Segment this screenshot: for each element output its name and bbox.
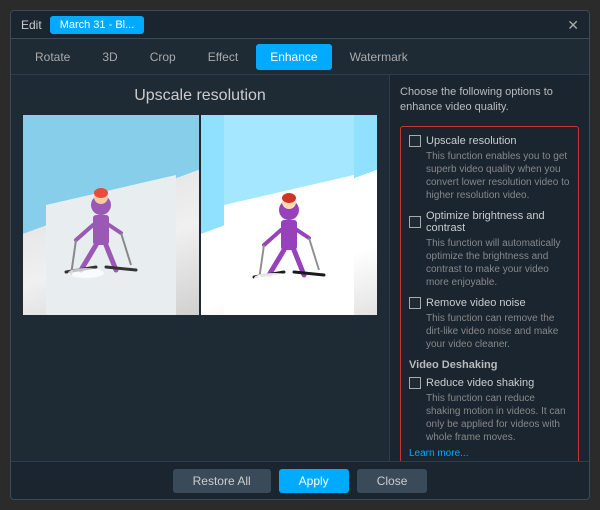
tab-effect[interactable]: Effect: [194, 44, 252, 70]
checkbox-brightness[interactable]: [409, 216, 421, 228]
label-noise: Remove video noise: [426, 297, 526, 309]
content-area: Upscale resolution Before After: [11, 75, 589, 461]
window-close-button[interactable]: ✕: [567, 18, 579, 32]
desc-upscale: This function enables you to get superb …: [409, 150, 570, 202]
label-deshaking: Reduce video shaking: [426, 377, 534, 389]
deshaking-title: Video Deshaking: [409, 359, 570, 371]
bottom-bar: Restore All Apply Close: [11, 461, 589, 499]
title-bar-left: Edit March 31 - Bl...: [21, 16, 144, 34]
restore-all-button[interactable]: Restore All: [173, 469, 271, 493]
option-brightness: Optimize brightness and contrast This fu…: [409, 210, 570, 289]
preview-container: Before After: [23, 115, 377, 315]
option-upscale-row: Upscale resolution: [409, 135, 570, 147]
right-panel: Choose the following options to enhance …: [389, 75, 589, 461]
option-brightness-row: Optimize brightness and contrast: [409, 210, 570, 234]
desc-brightness: This function will automatically optimiz…: [409, 237, 570, 289]
label-upscale: Upscale resolution: [426, 135, 517, 147]
desc-deshaking: This function can reduce shaking motion …: [409, 392, 570, 444]
option-group: Upscale resolution This function enables…: [400, 126, 579, 461]
tab-crop[interactable]: Crop: [136, 44, 190, 70]
title-bar: Edit March 31 - Bl... ✕: [11, 11, 589, 39]
learn-more-link[interactable]: Learn more...: [409, 448, 570, 459]
option-deshaking: Reduce video shaking This function can r…: [409, 377, 570, 459]
nav-bar: Rotate 3D Crop Effect Enhance Watermark: [11, 39, 589, 75]
option-deshaking-row: Reduce video shaking: [409, 377, 570, 389]
tab-rotate[interactable]: Rotate: [21, 44, 84, 70]
title-tab[interactable]: March 31 - Bl...: [50, 16, 145, 34]
close-button[interactable]: Close: [357, 469, 428, 493]
enhance-header: Choose the following options to enhance …: [400, 85, 579, 116]
option-noise-row: Remove video noise: [409, 297, 570, 309]
checkbox-upscale[interactable]: [409, 135, 421, 147]
tab-enhance[interactable]: Enhance: [256, 44, 331, 70]
edit-window: Edit March 31 - Bl... ✕ Rotate 3D Crop E…: [10, 10, 590, 500]
left-panel: Upscale resolution Before After: [11, 75, 389, 461]
option-noise: Remove video noise This function can rem…: [409, 297, 570, 351]
window-title: Edit: [21, 18, 42, 32]
option-upscale: Upscale resolution This function enables…: [409, 135, 570, 202]
checkbox-noise[interactable]: [409, 297, 421, 309]
tab-watermark[interactable]: Watermark: [336, 44, 422, 70]
preview-after: [201, 115, 377, 315]
preview-before: [23, 115, 199, 315]
label-brightness: Optimize brightness and contrast: [426, 210, 570, 234]
tab-3d[interactable]: 3D: [88, 44, 131, 70]
checkbox-deshaking[interactable]: [409, 377, 421, 389]
apply-button[interactable]: Apply: [279, 469, 349, 493]
preview-title: Upscale resolution: [134, 87, 266, 105]
desc-noise: This function can remove the dirt-like v…: [409, 312, 570, 351]
